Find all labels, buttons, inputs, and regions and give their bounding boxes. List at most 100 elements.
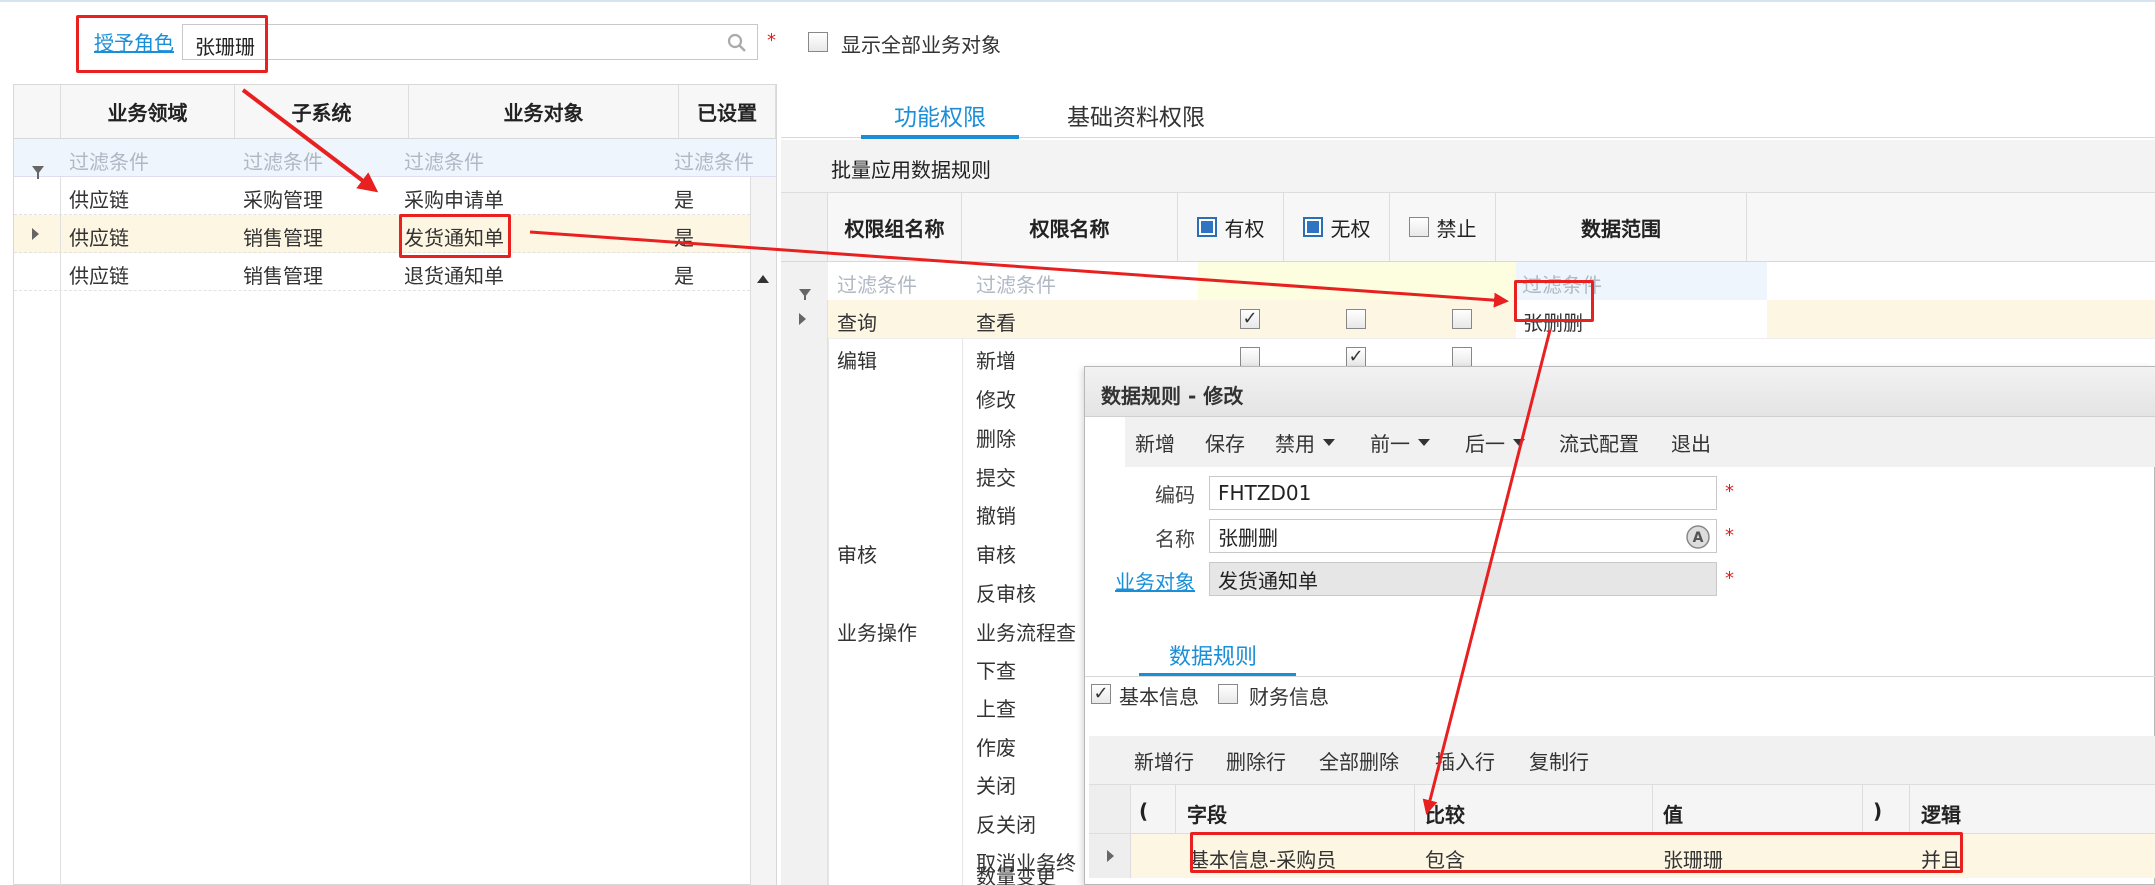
exit-button[interactable]: 退出	[1671, 417, 1711, 467]
row-toolbar: 新增行 删除行 全部删除 插入行 复制行	[1089, 736, 2155, 784]
tab-basic-data[interactable]: 基础资料权限	[1031, 98, 1241, 138]
required-star: *	[1725, 568, 1734, 589]
perm-group: 编辑	[837, 349, 877, 373]
chevron-down-icon	[1418, 438, 1430, 446]
batch-apply-button[interactable]: 批量应用数据规则	[831, 154, 991, 183]
tab-function[interactable]: 功能权限	[861, 98, 1019, 138]
row-pointer-icon	[32, 228, 39, 240]
business-object-field: 发货通知单	[1209, 562, 1717, 596]
filter-group[interactable]: 过滤条件	[837, 269, 917, 298]
role-input[interactable]: 张珊珊	[182, 24, 758, 60]
perm-name: 作废	[976, 736, 1016, 760]
filter-row: 过滤条件 过滤条件 过滤条件 过滤条件	[14, 139, 776, 179]
highlight-scope	[1514, 280, 1594, 322]
col-value[interactable]: 值	[1663, 799, 1683, 828]
prev-button[interactable]: 前一	[1370, 417, 1430, 467]
name-field[interactable]: 张删删	[1209, 519, 1717, 553]
svg-text:A: A	[1693, 530, 1704, 546]
show-all-checkbox[interactable]	[808, 32, 828, 52]
perm-group: 查询	[837, 311, 877, 335]
top-border	[0, 0, 2155, 2]
dialog-toolbar: 新增 保存 禁用 前一 后一 流式配置 退出	[1125, 417, 2155, 467]
perm-yes-checkbox[interactable]	[1240, 309, 1260, 329]
cell-object: 采购申请单	[404, 188, 504, 212]
select-all-forbid-checkbox[interactable]	[1408, 217, 1429, 237]
table-row[interactable]: 供应链 销售管理 退货通知单 是	[14, 253, 750, 291]
perm-forbid-checkbox[interactable]	[1452, 347, 1472, 367]
col-perm-group[interactable]: 权限组名称	[828, 193, 962, 261]
col-forbid[interactable]: 禁止	[1390, 193, 1496, 261]
col-set[interactable]: 已设置	[679, 85, 776, 138]
multilang-icon[interactable]: A	[1685, 524, 1711, 550]
cell-object: 退货通知单	[404, 264, 504, 288]
basic-info-checkbox[interactable]	[1091, 684, 1111, 704]
stream-config-button[interactable]: 流式配置	[1559, 417, 1639, 467]
perm-no-checkbox[interactable]	[1346, 309, 1366, 329]
code-label: 编码	[1155, 483, 1195, 507]
delete-row-button[interactable]: 删除行	[1226, 736, 1286, 784]
code-field[interactable]: FHTZD01	[1209, 476, 1717, 510]
select-all-yes-checkbox[interactable]	[1196, 217, 1217, 237]
scrollbar[interactable]	[750, 177, 776, 885]
finance-info-label: 财务信息	[1249, 685, 1329, 709]
cell-subsystem: 采购管理	[243, 188, 323, 212]
col-logic[interactable]: 逻辑	[1921, 799, 1961, 828]
perm-forbid-checkbox[interactable]	[1452, 309, 1472, 329]
business-object-link[interactable]: 业务对象	[1115, 566, 1195, 595]
col-perm-name[interactable]: 权限名称	[962, 193, 1178, 261]
perm-name: 新增	[976, 349, 1016, 373]
add-button[interactable]: 新增	[1135, 417, 1175, 467]
col-yes[interactable]: 有权	[1178, 193, 1284, 261]
filter-subsystem[interactable]: 过滤条件	[243, 146, 323, 175]
perm-name: 提交	[976, 466, 1016, 490]
perm-name: 业务流程查	[976, 621, 1076, 645]
col-paren-close[interactable]: )	[1873, 799, 1882, 823]
next-button[interactable]: 后一	[1465, 417, 1525, 467]
batch-toolbar: 批量应用数据规则	[781, 140, 2155, 192]
copy-row-button[interactable]: 复制行	[1529, 736, 1589, 784]
perm-row[interactable]	[828, 300, 2155, 338]
search-icon[interactable]	[727, 33, 747, 53]
perm-name: 关闭	[976, 774, 1016, 798]
next-label: 后一	[1465, 431, 1505, 456]
col-domain[interactable]: 业务领域	[61, 85, 235, 138]
required-star: *	[1725, 481, 1734, 502]
table-row-selected[interactable]: 供应链 销售管理 发货通知单 是	[14, 215, 750, 253]
perm-name: 反关闭	[976, 813, 1036, 837]
save-button[interactable]: 保存	[1205, 417, 1245, 467]
grid-header: 业务领域 子系统 业务对象 已设置	[14, 85, 776, 139]
insert-row-button[interactable]: 插入行	[1435, 736, 1495, 784]
disable-button[interactable]: 禁用	[1275, 417, 1335, 467]
perm-no-checkbox[interactable]	[1346, 347, 1366, 367]
col-paren-open[interactable]: (	[1139, 799, 1148, 823]
col-field[interactable]: 字段	[1187, 799, 1227, 828]
col-subsystem[interactable]: 子系统	[235, 85, 409, 138]
perm-group: 业务操作	[837, 621, 917, 645]
filter-name[interactable]: 过滤条件	[976, 269, 1056, 298]
highlight-object	[399, 214, 511, 258]
finance-info-checkbox[interactable]	[1218, 684, 1238, 704]
perm-name: 删除	[976, 427, 1016, 451]
perm-group: 审核	[837, 543, 877, 567]
filter-object[interactable]: 过滤条件	[404, 146, 484, 175]
perm-name: 数量变更	[976, 865, 1056, 885]
delete-all-button[interactable]: 全部删除	[1319, 736, 1399, 784]
filter-domain[interactable]: 过滤条件	[69, 146, 149, 175]
col-object[interactable]: 业务对象	[409, 85, 679, 138]
dialog-titlebar[interactable]: 数据规则 - 修改	[1085, 367, 2155, 417]
required-star: *	[1725, 525, 1734, 546]
col-no[interactable]: 无权	[1284, 193, 1390, 261]
col-compare[interactable]: 比较	[1425, 799, 1465, 828]
add-row-button[interactable]: 新增行	[1134, 736, 1194, 784]
tab-data-rule[interactable]: 数据规则	[1169, 639, 1257, 671]
perm-yes-checkbox[interactable]	[1240, 347, 1260, 367]
perm-name: 撤销	[976, 504, 1016, 528]
perm-name: 上查	[976, 697, 1016, 721]
scroll-up-icon[interactable]	[757, 275, 769, 283]
chevron-down-icon	[1513, 438, 1525, 446]
filter-set[interactable]: 过滤条件	[674, 146, 754, 175]
col-data-scope[interactable]: 数据范围	[1496, 193, 1747, 261]
table-row[interactable]: 供应链 采购管理 采购申请单 是	[14, 177, 750, 215]
perm-filter-row: 过滤条件 过滤条件 过滤条件	[781, 262, 2155, 302]
select-all-no-checkbox[interactable]	[1302, 217, 1323, 237]
